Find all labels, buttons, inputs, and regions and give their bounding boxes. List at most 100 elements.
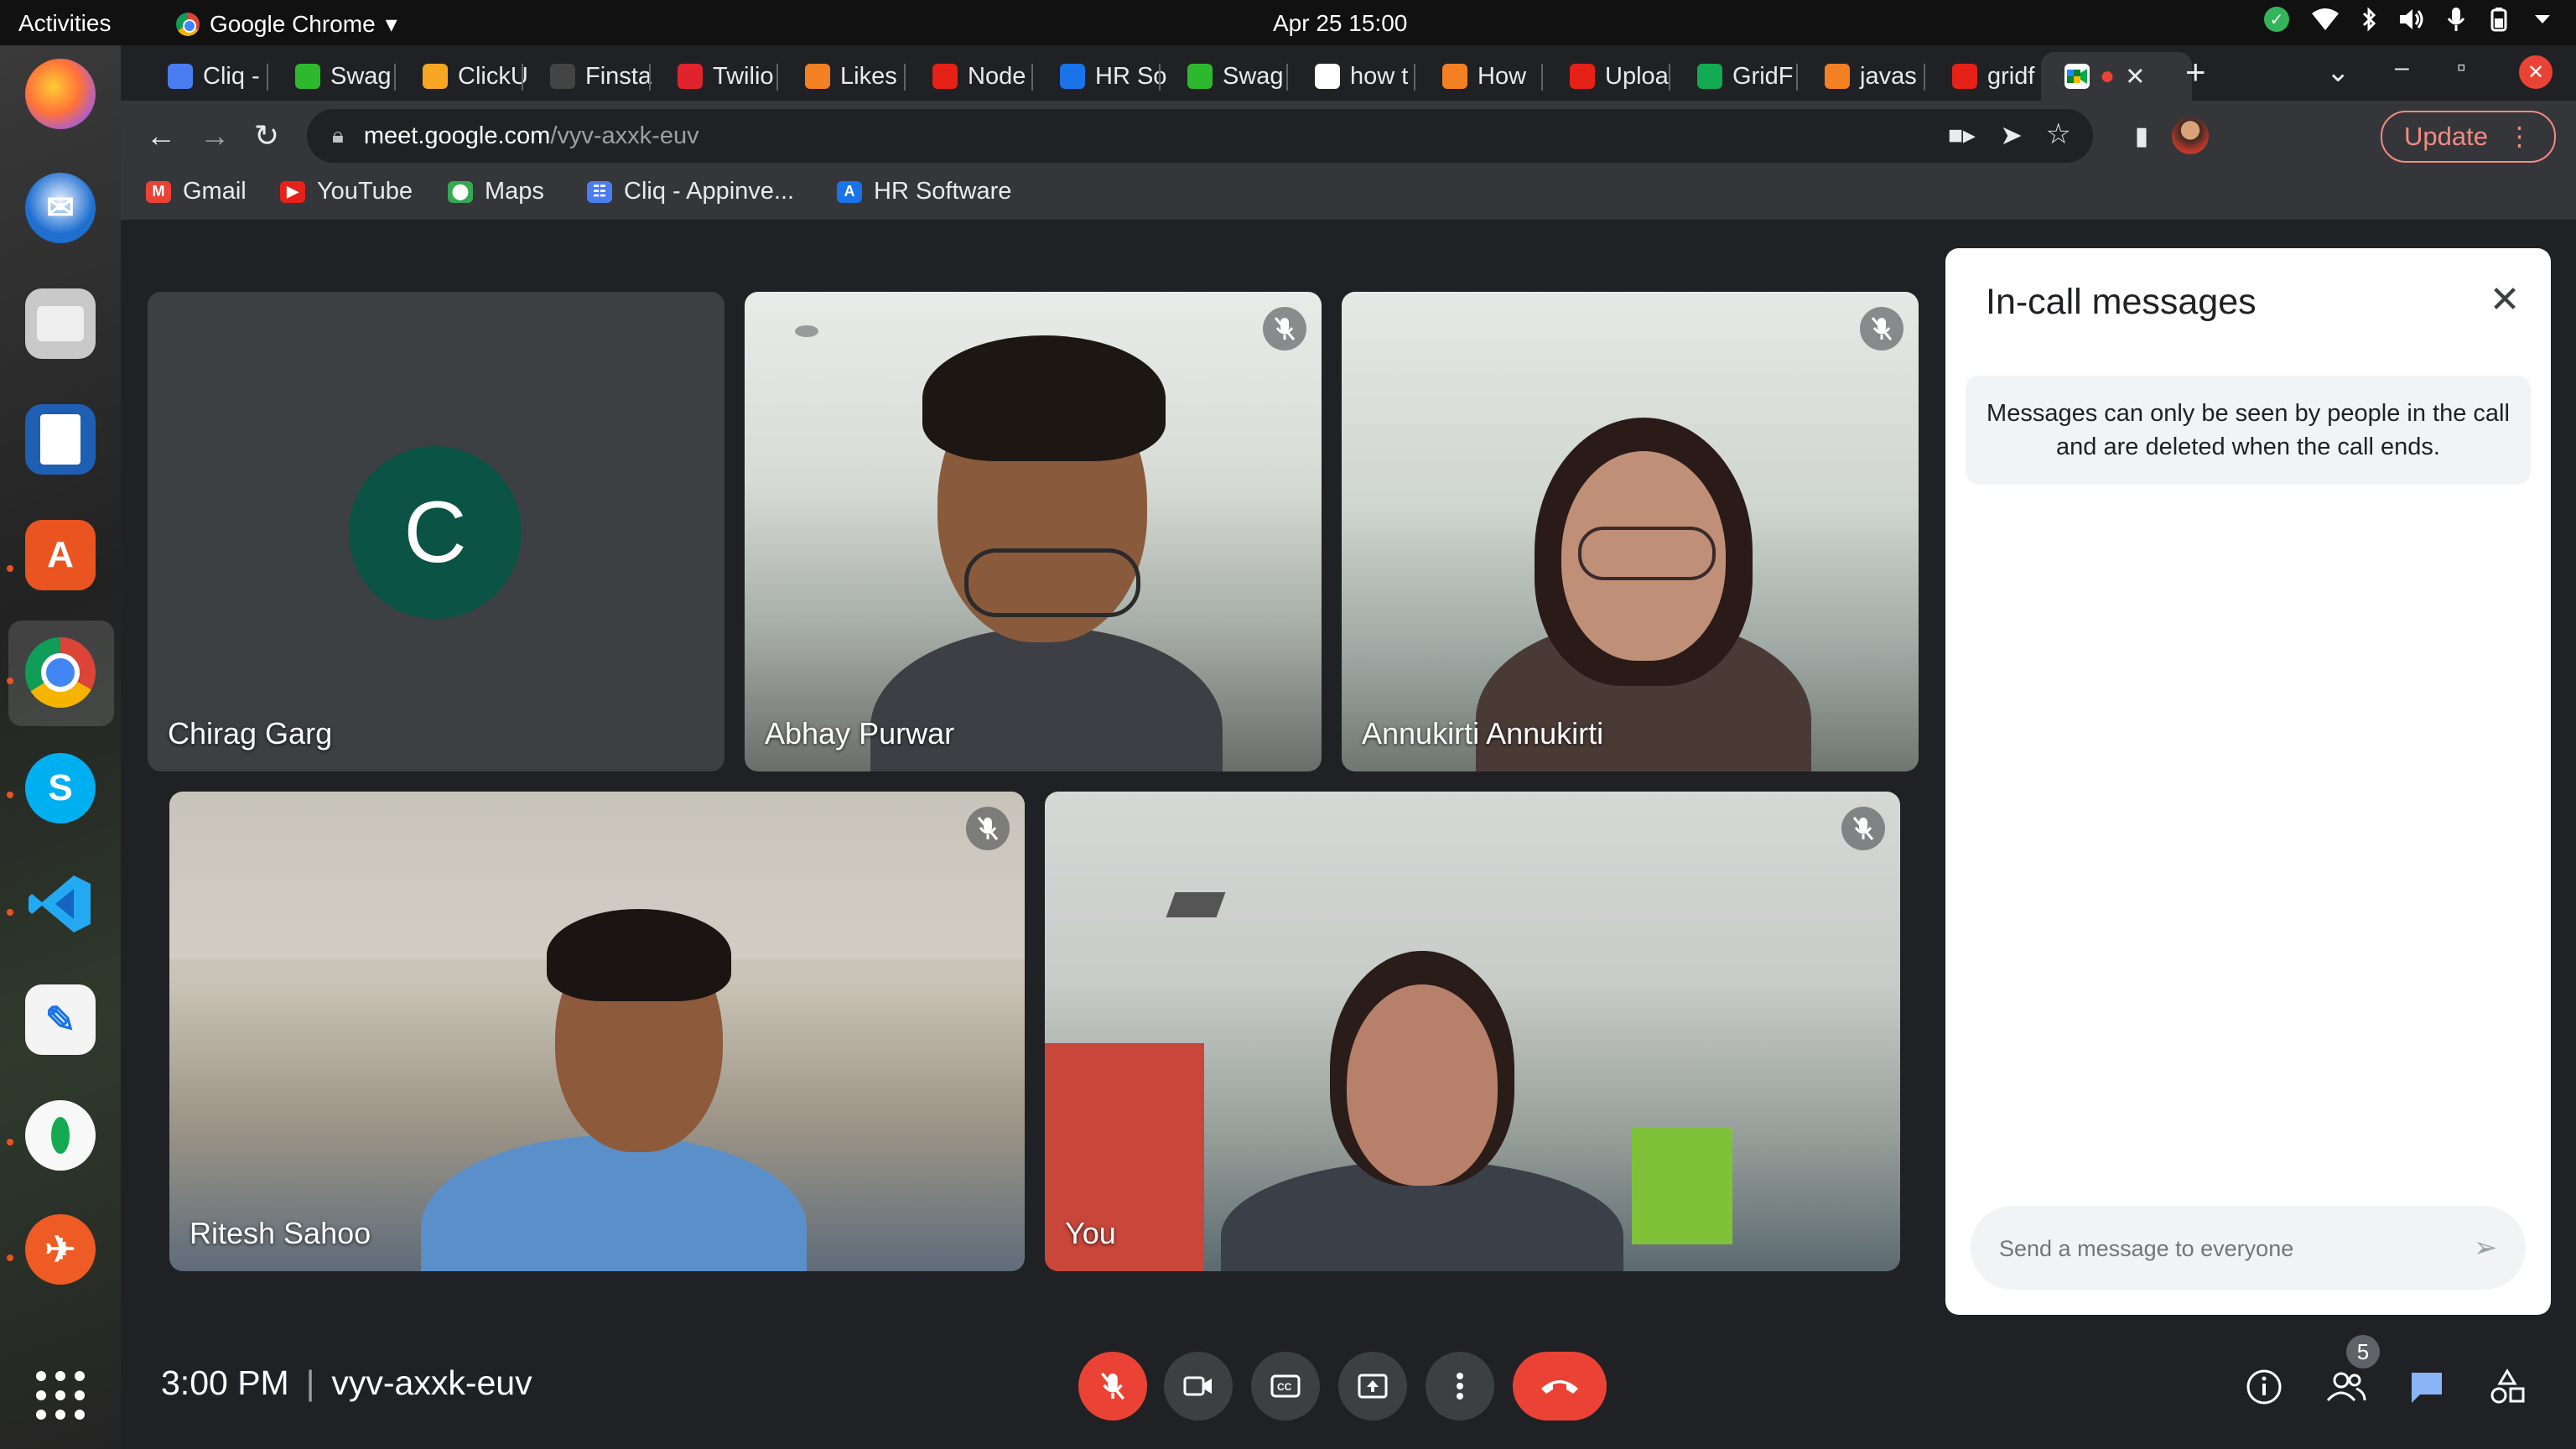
app-menu[interactable]: Google Chrome ▾: [176, 10, 397, 38]
tab-0[interactable]: Cliq -: [144, 52, 287, 101]
tab-separator: [649, 64, 651, 91]
app-center-icon[interactable]: A: [25, 520, 96, 590]
tab-label: Uploa: [1605, 62, 1669, 90]
tab-label: Cliq -: [203, 62, 260, 90]
tab-separator: [1159, 64, 1161, 91]
bookmark-cliq[interactable]: ☷ Cliq - Appinve...: [587, 178, 794, 205]
thunderbird-icon[interactable]: ✉: [25, 173, 96, 243]
tab-google-meet[interactable]: ● ✕: [2041, 52, 2192, 101]
system-tray[interactable]: ✓: [2264, 7, 2551, 32]
camera-toggle-button[interactable]: [1164, 1352, 1233, 1420]
bookmark-gmail[interactable]: M Gmail: [146, 178, 247, 205]
microphone-toggle-button[interactable]: [1078, 1352, 1147, 1420]
bookmark-youtube[interactable]: ▶ YouTube: [280, 178, 413, 205]
back-button[interactable]: ←: [141, 116, 181, 156]
activities-button[interactable]: Activities: [18, 10, 111, 37]
avatar: C: [349, 446, 522, 619]
participant-name: Chirag Garg: [168, 716, 333, 750]
glasses: [1578, 527, 1716, 580]
bookmark-star-icon[interactable]: ☆: [2046, 117, 2071, 151]
forward-button[interactable]: →: [195, 116, 235, 156]
tab-6[interactable]: Node: [909, 52, 1052, 101]
send-icon[interactable]: ➢: [2465, 1228, 2506, 1268]
camera-in-use-icon[interactable]: ■▸: [1948, 121, 1976, 150]
close-tab-icon[interactable]: ✕: [2125, 62, 2145, 91]
meeting-details-button[interactable]: [2241, 1363, 2288, 1410]
tab-search-icon[interactable]: ⌄: [2326, 55, 2350, 89]
bookmark-label: YouTube: [317, 178, 413, 205]
update-button[interactable]: Update ⋮: [2381, 111, 2556, 163]
youtube-icon: ▶: [280, 180, 305, 203]
more-options-button[interactable]: [1426, 1352, 1494, 1420]
bookmark-label: Maps: [485, 178, 544, 205]
send-to-devices-icon[interactable]: ➤: [2000, 119, 2023, 151]
bookmarks-bar: M Gmail ▶ YouTube ⬤ Maps ☷ Cliq - Appinve... A HR…: [121, 171, 2576, 221]
tab-10[interactable]: How: [1419, 52, 1561, 101]
people-button[interactable]: 5: [2323, 1335, 2380, 1410]
libreoffice-writer-icon[interactable]: [25, 404, 96, 475]
tab-2[interactable]: ClickU: [399, 52, 542, 101]
postman-icon[interactable]: ✈: [25, 1214, 96, 1285]
vscode-icon[interactable]: [25, 869, 96, 939]
skype-icon[interactable]: S: [25, 753, 96, 823]
message-input[interactable]: [1997, 1228, 2470, 1270]
captions-button[interactable]: CC: [1251, 1352, 1320, 1420]
participant-tile[interactable]: C Chirag Garg: [148, 292, 724, 771]
system-clock[interactable]: Apr 25 15:00: [1273, 10, 1407, 37]
new-tab-button[interactable]: +: [2185, 52, 2206, 92]
ceiling-vent: [1166, 892, 1226, 917]
address-bar[interactable]: 🔒︎ meet.google.com/vyv-axxk-euv ■▸ ➤ ☆: [307, 109, 2093, 163]
tab-strip: Cliq - Swag ClickU Finsta Twilio Likes Node HR …: [121, 45, 2576, 101]
leave-call-button[interactable]: [1513, 1352, 1607, 1420]
tab-separator: [1669, 64, 1670, 91]
reload-button[interactable]: ↻: [247, 116, 287, 156]
microphone-off-icon: [1860, 307, 1903, 351]
bookmark-hr-software[interactable]: A HR Software: [837, 178, 1011, 205]
tab-separator: [394, 64, 396, 91]
bookmark-maps[interactable]: ⬤ Maps: [448, 178, 544, 205]
tab-favicon-icon: [1570, 64, 1595, 89]
tab-5[interactable]: Likes: [782, 52, 924, 101]
present-screen-button[interactable]: [1338, 1352, 1407, 1420]
tab-8[interactable]: Swag: [1164, 52, 1306, 101]
update-check-icon[interactable]: ✓: [2264, 7, 2289, 32]
tab-favicon-icon: [1825, 64, 1850, 89]
participant-tile[interactable]: Ritesh Sahoo: [169, 792, 1025, 1271]
tab-3[interactable]: Finsta: [527, 52, 669, 101]
lock-icon[interactable]: 🔒︎: [332, 122, 344, 149]
running-indicator: [7, 1254, 13, 1261]
mongodb-compass-icon[interactable]: [25, 1100, 96, 1171]
tab-13[interactable]: javas: [1801, 52, 1944, 101]
participant-tile[interactable]: Annukirti Annukirti: [1342, 292, 1919, 771]
system-menu-chevron-icon: [2535, 15, 2550, 23]
close-icon[interactable]: ✕: [2484, 278, 2526, 320]
files-icon[interactable]: [25, 288, 96, 359]
tab-11[interactable]: Uploa: [1546, 52, 1689, 101]
tab-9[interactable]: how t: [1291, 52, 1434, 101]
close-window-button[interactable]: ✕: [2519, 55, 2553, 89]
restore-button[interactable]: ▫: [2457, 54, 2466, 82]
volume-icon: [2400, 9, 2423, 29]
chrome-icon[interactable]: [25, 637, 96, 708]
tab-favicon-icon: [678, 64, 703, 89]
text-editor-icon[interactable]: ✎: [25, 984, 96, 1055]
tab-1[interactable]: Swag: [272, 52, 414, 101]
activities-button[interactable]: [2484, 1363, 2531, 1410]
tab-7[interactable]: HR So: [1036, 52, 1179, 101]
microphone-off-icon: [1263, 307, 1306, 351]
minimize-button[interactable]: –: [2395, 54, 2409, 82]
meet-favicon-icon: [2064, 64, 2090, 89]
tab-12[interactable]: GridF: [1674, 52, 1816, 101]
more-vert-icon: [1457, 1373, 1463, 1400]
firefox-icon[interactable]: [25, 59, 96, 129]
tab-favicon-icon: [1187, 64, 1213, 89]
show-apps-icon[interactable]: [25, 1360, 96, 1431]
participant-tile[interactable]: Abhay Purwar: [745, 292, 1322, 771]
participant-name: Annukirti Annukirti: [1362, 716, 1604, 750]
chat-button[interactable]: [2403, 1363, 2450, 1410]
side-panel-icon[interactable]: ▮: [2122, 116, 2162, 156]
participant-tile[interactable]: You: [1045, 792, 1900, 1271]
tab-4[interactable]: Twilio: [654, 52, 797, 101]
profile-avatar[interactable]: [2172, 117, 2209, 154]
participant-name: Ritesh Sahoo: [190, 1216, 371, 1250]
